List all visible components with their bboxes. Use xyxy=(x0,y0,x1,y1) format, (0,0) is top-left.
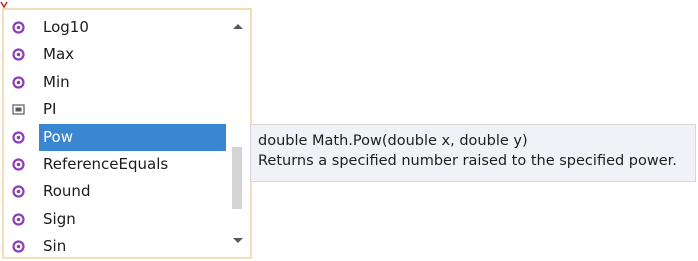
completion-item-label: Sin xyxy=(43,237,67,256)
method-icon xyxy=(12,48,25,61)
completion-item-round[interactable]: Round xyxy=(4,178,228,205)
editor-surface: Log10 Max Min PI Pow ReferenceEquals Round Sign… xyxy=(0,0,698,261)
completion-items: Log10 Max Min PI Pow ReferenceEquals Round Sign… xyxy=(4,14,228,257)
completion-item-pi[interactable]: PI xyxy=(4,96,228,123)
completion-item-sin[interactable]: Sin xyxy=(4,233,228,257)
method-icon xyxy=(12,213,25,226)
method-signature: double Math.Pow(double x, double y) xyxy=(258,133,528,149)
completion-item-max[interactable]: Max xyxy=(4,41,228,68)
completion-item-sign[interactable]: Sign xyxy=(4,206,228,233)
completion-scrollbar[interactable] xyxy=(226,10,250,257)
method-icon xyxy=(12,185,25,198)
completion-item-label: ReferenceEquals xyxy=(43,154,169,173)
method-icon xyxy=(12,130,25,144)
chevron-up-icon[interactable] xyxy=(233,24,243,29)
chevron-down-icon[interactable] xyxy=(233,238,243,243)
completion-item-label: Round xyxy=(43,182,91,201)
completion-item-log10[interactable]: Log10 xyxy=(4,14,228,41)
intellisense-completion-list[interactable]: Log10 Max Min PI Pow ReferenceEquals Round Sign… xyxy=(2,8,252,259)
method-icon xyxy=(12,76,25,89)
quick-info-tooltip: double Math.Pow(double x, double y) Retu… xyxy=(250,124,696,182)
completion-item-label: Max xyxy=(43,45,75,64)
completion-item-label: Min xyxy=(43,72,70,91)
completion-item-min[interactable]: Min xyxy=(4,69,228,96)
completion-item-label: Log10 xyxy=(43,18,89,36)
method-icon xyxy=(12,240,25,253)
constant-icon xyxy=(12,104,25,115)
scrollbar-thumb[interactable] xyxy=(232,147,242,209)
completion-item-referenceequals[interactable]: ReferenceEquals xyxy=(4,151,228,178)
completion-item-pow[interactable]: Pow xyxy=(4,123,228,151)
method-icon xyxy=(12,158,25,171)
completion-item-label: Sign xyxy=(43,209,76,228)
completion-item-label: PI xyxy=(43,100,57,119)
completion-item-label: Pow xyxy=(43,127,73,146)
method-description: Returns a specified number raised to the… xyxy=(258,153,677,169)
method-icon xyxy=(12,21,25,34)
